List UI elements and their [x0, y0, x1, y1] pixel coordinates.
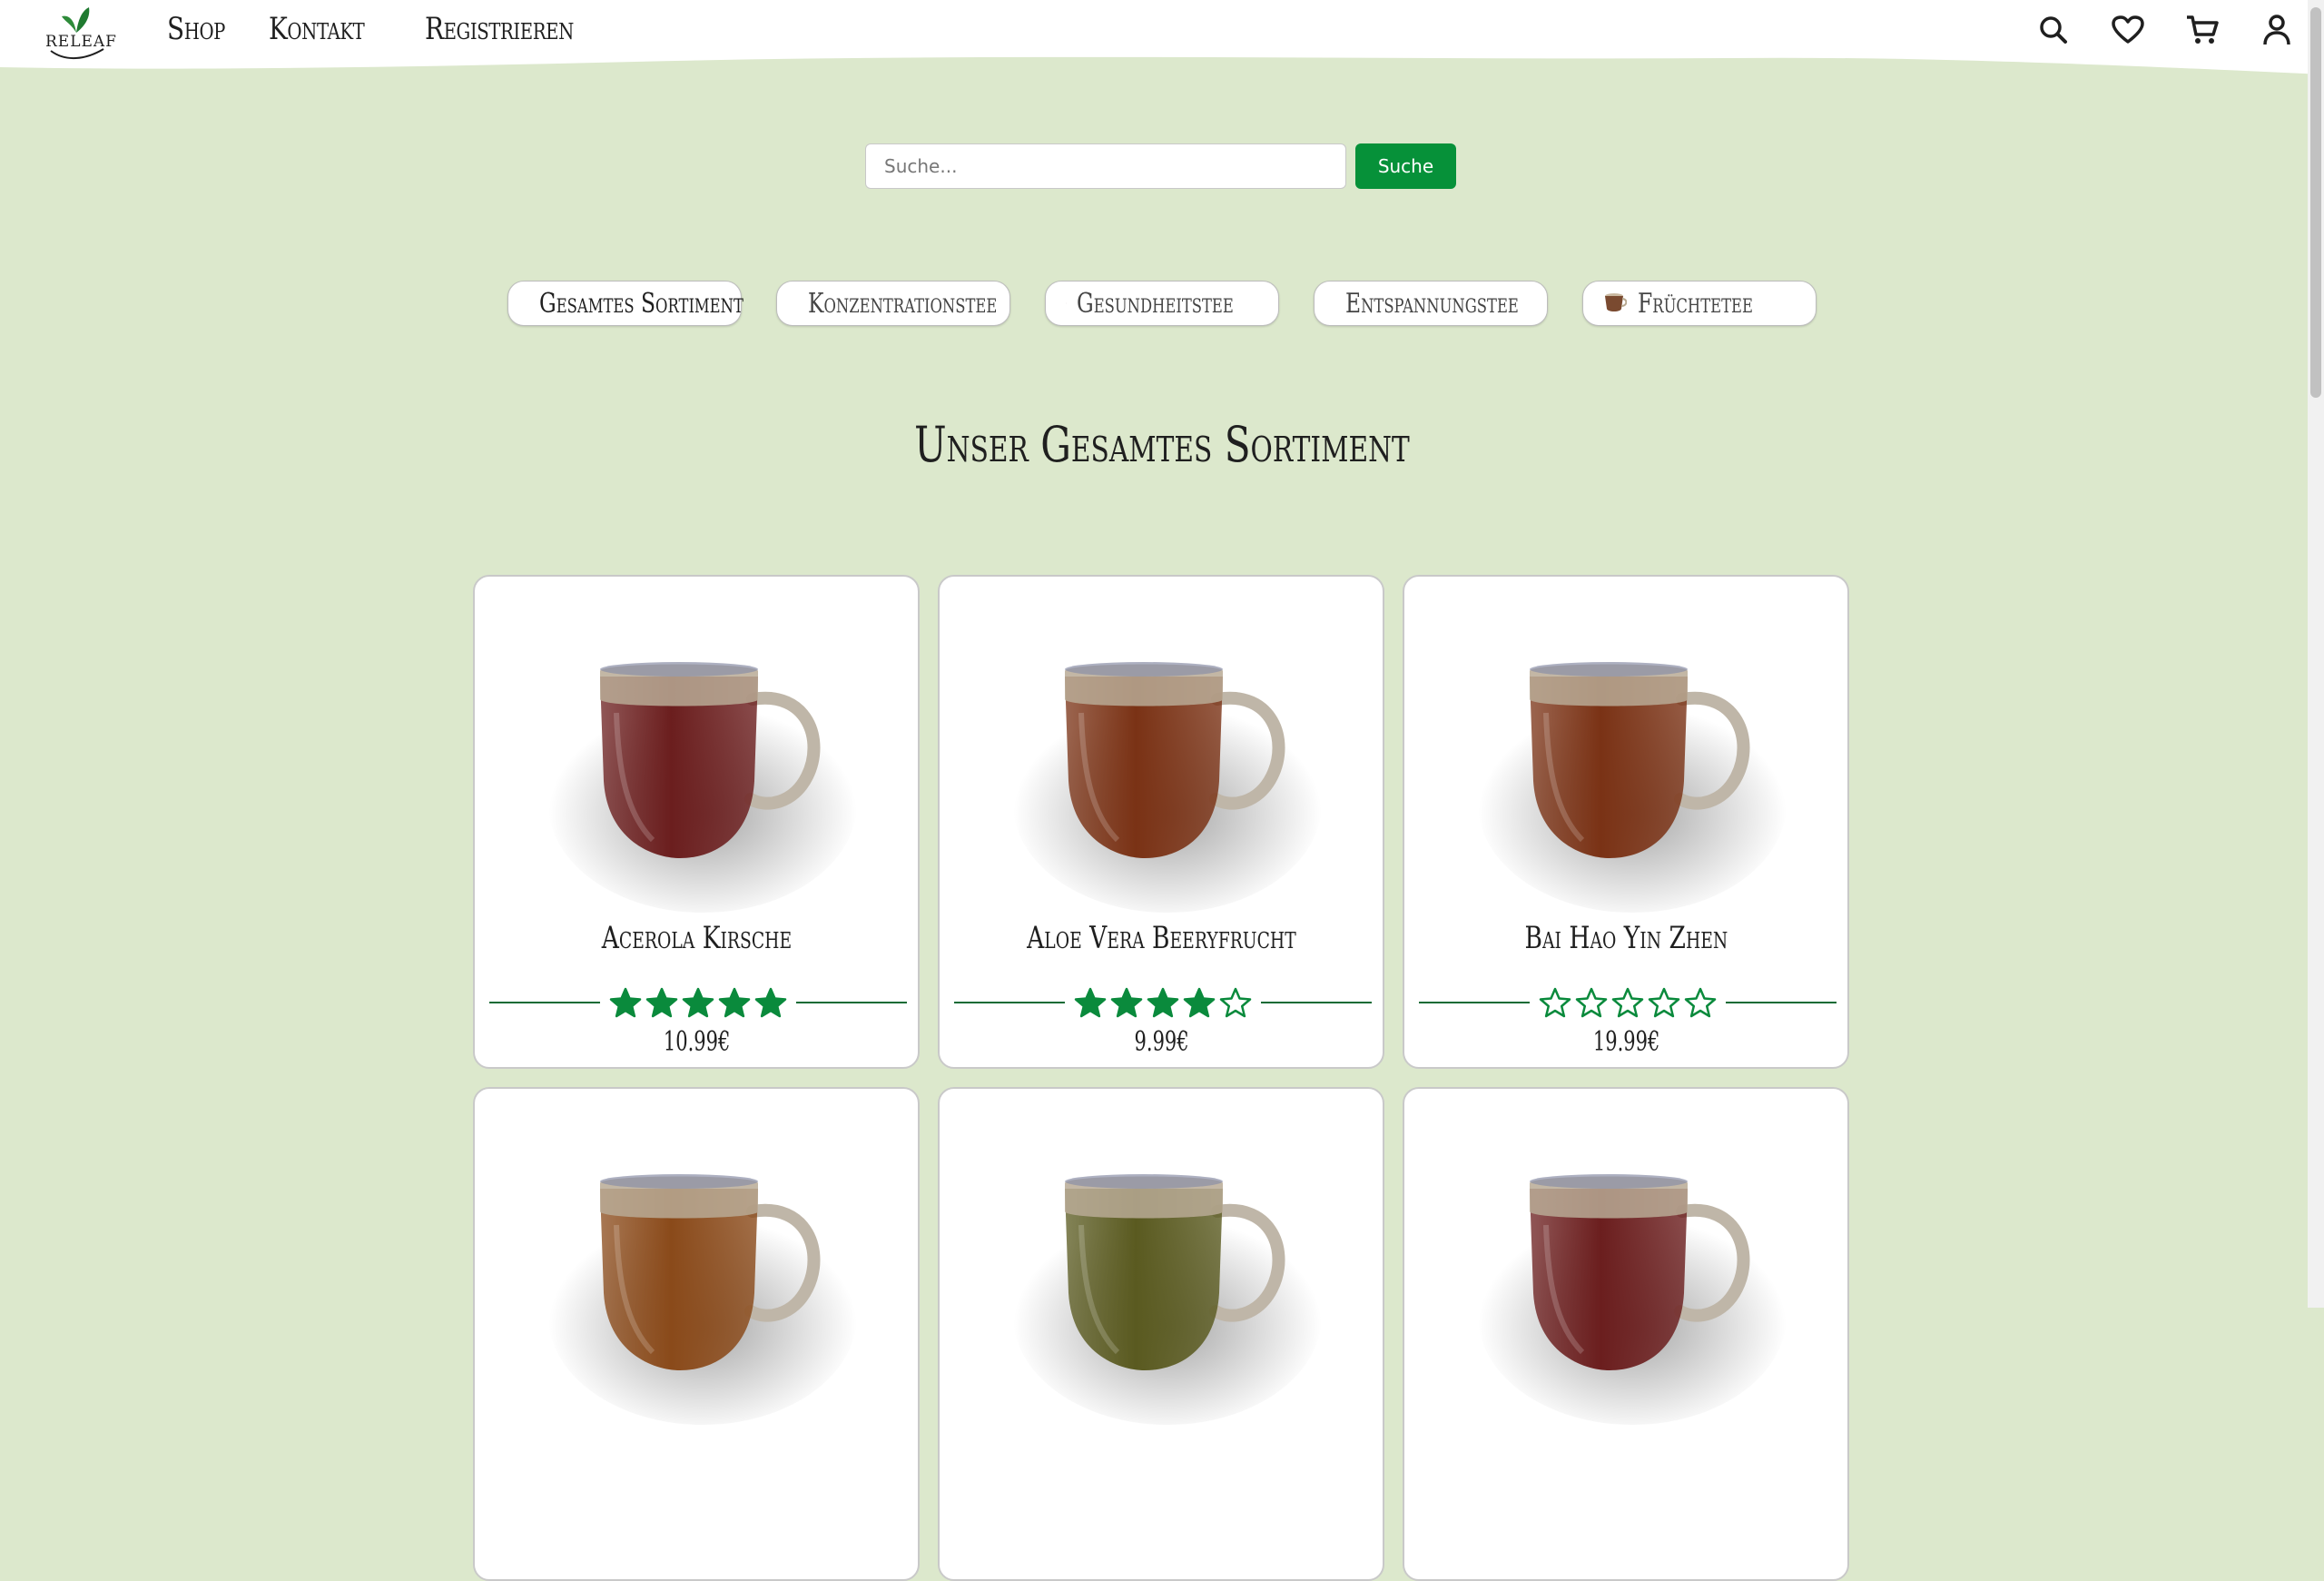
tea-cup-image — [1464, 613, 1791, 913]
star-filled-icon — [718, 987, 751, 1018]
star-empty-icon — [1575, 987, 1608, 1018]
nav-shop[interactable]: Shop — [167, 11, 227, 47]
tea-cup-image — [535, 1125, 862, 1425]
category-label: Gesamtes Sortiment — [539, 288, 743, 320]
product-card[interactable]: Aloe Vera Beeryfrucht 9.99€ — [938, 575, 1384, 1069]
search-input[interactable] — [865, 143, 1346, 189]
product-name: Acerola Kirsche — [524, 920, 870, 956]
star-filled-icon — [645, 987, 678, 1018]
star-empty-icon — [1539, 987, 1571, 1018]
divider — [1419, 1002, 1530, 1003]
category-label: Konzentrationstee — [808, 288, 997, 320]
nav-kontakt[interactable]: Kontakt — [269, 11, 373, 47]
page-title: Unser Gesamtes Sortiment — [256, 416, 2069, 473]
heart-icon[interactable] — [2111, 13, 2145, 47]
star-filled-icon — [609, 987, 642, 1018]
star-rating — [1065, 987, 1261, 1018]
star-empty-icon — [1648, 987, 1680, 1018]
leaf-icon — [60, 5, 93, 35]
main-nav: Shop Kontakt Registrieren — [167, 11, 606, 47]
product-card[interactable]: Bai Hao Yin Zhen 19.99€ — [1403, 575, 1849, 1069]
tea-cup-image — [1000, 613, 1326, 913]
tea-cup-icon — [1603, 292, 1627, 314]
tea-cup-image — [1464, 1125, 1791, 1425]
star-empty-icon — [1611, 987, 1644, 1018]
product-rating — [489, 983, 907, 1023]
product-price: 19.99€ — [1472, 1026, 1782, 1058]
header-icons — [2036, 13, 2294, 47]
category-filters: Gesamtes Sortiment Konzentrationstee Gesun… — [507, 281, 1817, 326]
tea-cup-image — [1000, 1125, 1326, 1425]
star-filled-icon — [682, 987, 714, 1018]
star-rating — [1530, 987, 1726, 1018]
logo-swoosh — [49, 47, 105, 60]
product-name: Aloe Vera Beeryfrucht — [989, 920, 1334, 956]
divider — [1726, 1002, 1837, 1003]
divider — [796, 1002, 907, 1003]
star-empty-icon — [1684, 987, 1717, 1018]
category-label: Entspannungstee — [1345, 288, 1519, 320]
category-label: Gesundheitstee — [1077, 288, 1234, 320]
product-rating — [1419, 983, 1837, 1023]
star-filled-icon — [1183, 987, 1216, 1018]
star-rating — [600, 987, 796, 1018]
search-icon[interactable] — [2036, 13, 2071, 47]
divider — [1261, 1002, 1372, 1003]
product-price: 9.99€ — [1007, 1026, 1317, 1058]
category-2[interactable]: Gesundheitstee — [1045, 281, 1279, 326]
product-name: Bai Hao Yin Zhen — [1453, 920, 1799, 956]
star-filled-icon — [1074, 987, 1107, 1018]
category-1[interactable]: Konzentrationstee — [776, 281, 1010, 326]
cart-icon[interactable] — [2185, 13, 2220, 47]
search-bar: Suche — [865, 143, 1456, 189]
category-0[interactable]: Gesamtes Sortiment — [507, 281, 742, 326]
tea-cup-image — [535, 613, 862, 913]
category-label: Früchtetee — [1638, 288, 1753, 320]
search-button[interactable]: Suche — [1355, 143, 1456, 189]
logo[interactable]: RELEAF — [44, 5, 109, 60]
scrollbar[interactable] — [2308, 0, 2324, 1308]
divider — [954, 1002, 1065, 1003]
user-icon[interactable] — [2260, 13, 2294, 47]
star-filled-icon — [1147, 987, 1179, 1018]
product-card[interactable]: Acerola Kirsche 10.99€ — [473, 575, 920, 1069]
scrollbar-thumb[interactable] — [2310, 7, 2321, 398]
star-filled-icon — [754, 987, 787, 1018]
category-4[interactable]: Früchtetee — [1582, 281, 1817, 326]
category-3[interactable]: Entspannungstee — [1314, 281, 1548, 326]
star-empty-icon — [1219, 987, 1252, 1018]
product-grid: Acerola Kirsche 10.99€ Aloe Vera Beeryfruc… — [473, 575, 1849, 1581]
product-card[interactable] — [473, 1087, 920, 1581]
product-card[interactable] — [938, 1087, 1384, 1581]
product-card[interactable] — [1403, 1087, 1849, 1581]
product-rating — [954, 983, 1372, 1023]
star-filled-icon — [1110, 987, 1143, 1018]
product-price: 10.99€ — [542, 1026, 852, 1058]
nav-registrieren[interactable]: Registrieren — [425, 11, 574, 47]
divider — [489, 1002, 600, 1003]
